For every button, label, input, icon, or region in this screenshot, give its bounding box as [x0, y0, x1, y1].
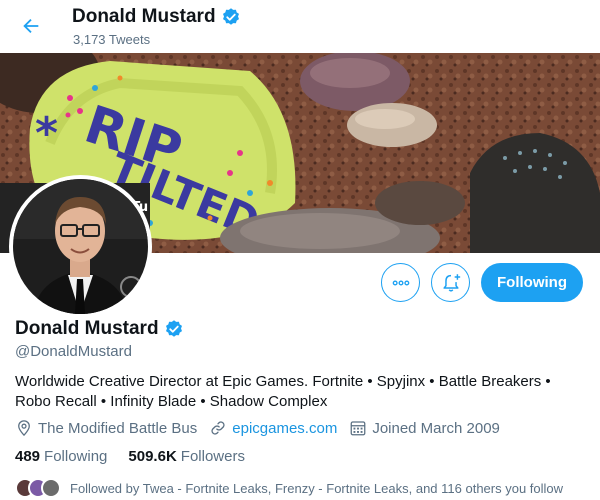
profile-name: Donald Mustard [15, 318, 159, 339]
follower-avatars [15, 478, 61, 498]
header-name: Donald Mustard [72, 6, 216, 27]
profile-joined: Joined March 2009 [349, 419, 500, 437]
arrow-left-icon [23, 18, 39, 34]
profile-meta: The Modified Battle Bus epicgames.com Jo… [15, 419, 512, 437]
profile-website[interactable]: epicgames.com [209, 419, 337, 437]
rock-asterisk: * [35, 108, 58, 159]
tweet-count: 3,173 Tweets [73, 32, 151, 47]
avatar [41, 478, 61, 498]
followed-by[interactable]: Followed by Twea - Fortnite Leaks, Frenz… [15, 478, 563, 498]
profile-handle: @DonaldMustard [15, 343, 132, 360]
followers-count: 509.6K [128, 448, 177, 465]
following-count: 489 [15, 448, 41, 465]
more-options-icon [392, 280, 409, 286]
verified-badge-icon [222, 8, 239, 25]
following-label: Following [44, 448, 108, 465]
profile-bio: Worldwide Creative Director at Epic Game… [15, 373, 551, 410]
following-stat[interactable]: 489 Following [15, 448, 107, 465]
more-options-button[interactable] [381, 263, 420, 302]
profile-header-bar: Donald Mustard 3,173 Tweets [0, 0, 600, 53]
profile-name-row: Donald Mustard [15, 318, 184, 340]
profile-avatar[interactable] [9, 175, 152, 318]
profile-stats: 489 Following 509.6K Followers [15, 448, 245, 465]
followers-stat[interactable]: 509.6K Followers [128, 448, 245, 465]
link-icon [211, 421, 225, 435]
website-link[interactable]: epicgames.com [232, 420, 337, 437]
following-button[interactable]: Following [481, 263, 583, 302]
profile-actions: Following [381, 263, 583, 302]
bell-plus-icon [442, 273, 460, 292]
followers-label: Followers [180, 448, 245, 465]
joined-text: Joined March 2009 [372, 419, 500, 437]
notifications-button[interactable] [431, 263, 470, 302]
followed-by-text: Followed by Twea - Fortnite Leaks, Frenz… [70, 480, 564, 496]
location-pin-icon [18, 420, 30, 437]
profile-location: The Modified Battle Bus [15, 419, 197, 437]
avatar-photo [13, 179, 148, 314]
verified-badge-icon [165, 320, 182, 337]
back-button[interactable] [14, 9, 48, 43]
calendar-icon [350, 421, 366, 436]
location-text: The Modified Battle Bus [38, 419, 198, 437]
